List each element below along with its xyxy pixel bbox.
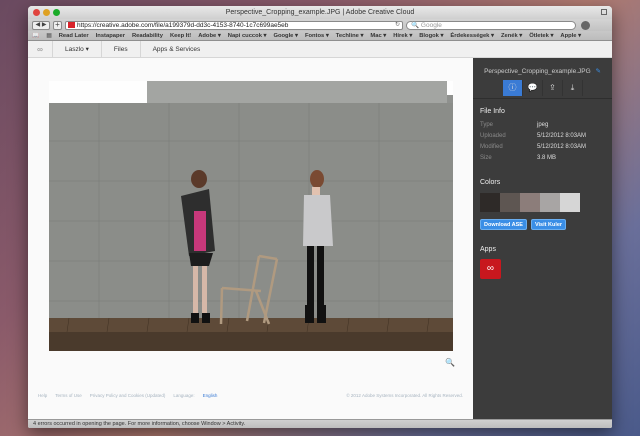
apps-heading: Apps	[480, 246, 496, 253]
file-name: Perspective_Cropping_example.JPG	[484, 68, 591, 75]
status-bar: 4 errors occurred in opening the page. F…	[28, 419, 612, 428]
url-text: https://creative.adobe.com/file/a199379d…	[77, 21, 289, 29]
address-bar[interactable]: https://creative.adobe.com/file/a199379d…	[65, 20, 403, 30]
bookmark-item[interactable]: Techline ▾	[336, 33, 364, 39]
photo-illustration	[49, 81, 453, 351]
window-controls	[33, 9, 60, 16]
color-swatches	[480, 193, 580, 212]
bookmark-item[interactable]: Hírek ▾	[393, 33, 412, 39]
bookmark-item[interactable]: Érdekességek ▾	[450, 33, 494, 39]
footer-copyright: © 2012 Adobe Systems Incorporated. All R…	[346, 392, 463, 398]
bookmark-item[interactable]: Blogok ▾	[419, 33, 443, 39]
file-name-header: Perspective_Cropping_example.JPG ✎	[473, 67, 612, 75]
sidebar-tabs: ⓘ 💬 ⇪ ⤓	[503, 80, 583, 96]
close-window-button[interactable]	[33, 9, 40, 16]
back-forward-button[interactable]: ◀ ▶	[32, 20, 50, 30]
nav-apps-services[interactable]: Apps & Services	[139, 40, 213, 58]
page-footer: Help Terms of Use Privacy Policy and Coo…	[28, 388, 473, 402]
info-value: 5/12/2012 8:03AM	[537, 144, 587, 150]
adobe-favicon-icon	[68, 22, 75, 28]
info-row-type: Type jpeg	[480, 122, 600, 128]
user-menu[interactable]: Laszlo ▾	[52, 40, 101, 58]
footer-terms-link[interactable]: Terms of Use	[55, 393, 82, 398]
comments-tab-icon[interactable]: 💬	[523, 80, 543, 96]
info-row-modified: Modified 5/12/2012 8:03AM	[480, 144, 600, 150]
color-swatch	[540, 193, 560, 212]
add-tab-button[interactable]: +	[53, 20, 62, 30]
info-key: Size	[480, 155, 492, 161]
bookmarks-bar: 📖 ▦ Read Later Instapaper Readability Keep …	[28, 31, 612, 41]
download-ase-button[interactable]: Download ASE	[480, 219, 527, 230]
title-bar: Perspective_Cropping_example.JPG | Adobe…	[28, 6, 612, 19]
app-nav: ∞ Laszlo ▾ Files Apps & Services	[28, 40, 612, 58]
search-icon: 🔍	[411, 21, 420, 29]
bookmark-item[interactable]: Fontos ▾	[305, 33, 329, 39]
info-value: 3.8 MB	[537, 155, 557, 161]
file-sidebar: Perspective_Cropping_example.JPG ✎ ⓘ 💬 ⇪…	[473, 58, 612, 420]
footer-language-link[interactable]: English	[203, 393, 218, 398]
fullscreen-button[interactable]	[601, 9, 607, 15]
color-swatch	[560, 193, 580, 212]
bookmark-item[interactable]: Zenék ▾	[501, 33, 522, 39]
info-key: Uploaded	[480, 133, 506, 139]
search-input[interactable]: 🔍 Google	[406, 20, 576, 30]
window-title: Perspective_Cropping_example.JPG | Adobe…	[225, 9, 415, 16]
footer-language-label: Language:	[173, 392, 195, 398]
edit-pencil-icon[interactable]: ✎	[595, 68, 600, 75]
file-preview-image	[49, 81, 453, 351]
bookmark-item[interactable]: Instapaper	[96, 33, 125, 39]
bookmark-item[interactable]: Adobe ▾	[198, 33, 221, 39]
share-tab-icon[interactable]: ⇪	[543, 80, 563, 96]
browser-window: Perspective_Cropping_example.JPG | Adobe…	[28, 6, 612, 428]
search-placeholder: Google	[420, 21, 442, 29]
zoom-icon[interactable]: 🔍	[445, 358, 455, 367]
color-swatch	[520, 193, 540, 212]
browser-toolbar: ◀ ▶ + https://creative.adobe.com/file/a1…	[28, 19, 612, 31]
visit-kuler-button[interactable]: Visit Kuler	[531, 219, 566, 230]
bookmark-item[interactable]: Mac ▾	[370, 33, 386, 39]
bookmark-item[interactable]: Keep It!	[170, 33, 191, 39]
info-value: 5/12/2012 8:03AM	[537, 133, 587, 139]
footer-privacy-link[interactable]: Privacy Policy and Cookies (Updated)	[90, 393, 166, 398]
creative-cloud-logo-icon[interactable]: ∞	[28, 45, 52, 54]
colors-heading: Colors	[480, 179, 501, 186]
footer-help-link[interactable]: Help	[38, 393, 47, 398]
bookmark-item[interactable]: Readability	[132, 33, 163, 39]
bookmarks-book-icon[interactable]: 📖	[32, 33, 39, 39]
color-swatch	[500, 193, 520, 212]
top-sites-grid-icon[interactable]: ▦	[46, 33, 51, 39]
info-row-uploaded: Uploaded 5/12/2012 8:03AM	[480, 133, 600, 139]
info-value: jpeg	[537, 122, 549, 128]
bookmark-item[interactable]: Napi cuccok ▾	[228, 33, 267, 39]
minimize-window-button[interactable]	[43, 9, 50, 16]
settings-gear-icon[interactable]	[581, 20, 590, 30]
color-swatch	[480, 193, 500, 212]
info-tab-icon[interactable]: ⓘ	[503, 80, 523, 96]
bookmark-item[interactable]: Apple ▾	[560, 33, 581, 39]
download-tab-icon[interactable]: ⤓	[563, 80, 583, 96]
file-info-heading: File Info	[480, 108, 505, 115]
bookmark-item[interactable]: Ötletek ▾	[529, 33, 553, 39]
reload-icon[interactable]: ↻	[395, 22, 400, 29]
info-key: Type	[480, 122, 494, 128]
bookmark-item[interactable]: Google ▾	[273, 33, 298, 39]
page-content: 🔍 Help Terms of Use Privacy Policy and C…	[28, 58, 612, 420]
file-preview-pane: 🔍 Help Terms of Use Privacy Policy and C…	[28, 58, 473, 420]
creative-cloud-app-icon[interactable]: ∞	[480, 259, 501, 279]
zoom-window-button[interactable]	[53, 9, 60, 16]
sidebar-divider	[473, 98, 612, 99]
bookmark-item[interactable]: Read Later	[59, 33, 89, 39]
info-key: Modified	[480, 144, 503, 150]
nav-files[interactable]: Files	[100, 40, 140, 58]
info-row-size: Size 3.8 MB	[480, 155, 600, 161]
